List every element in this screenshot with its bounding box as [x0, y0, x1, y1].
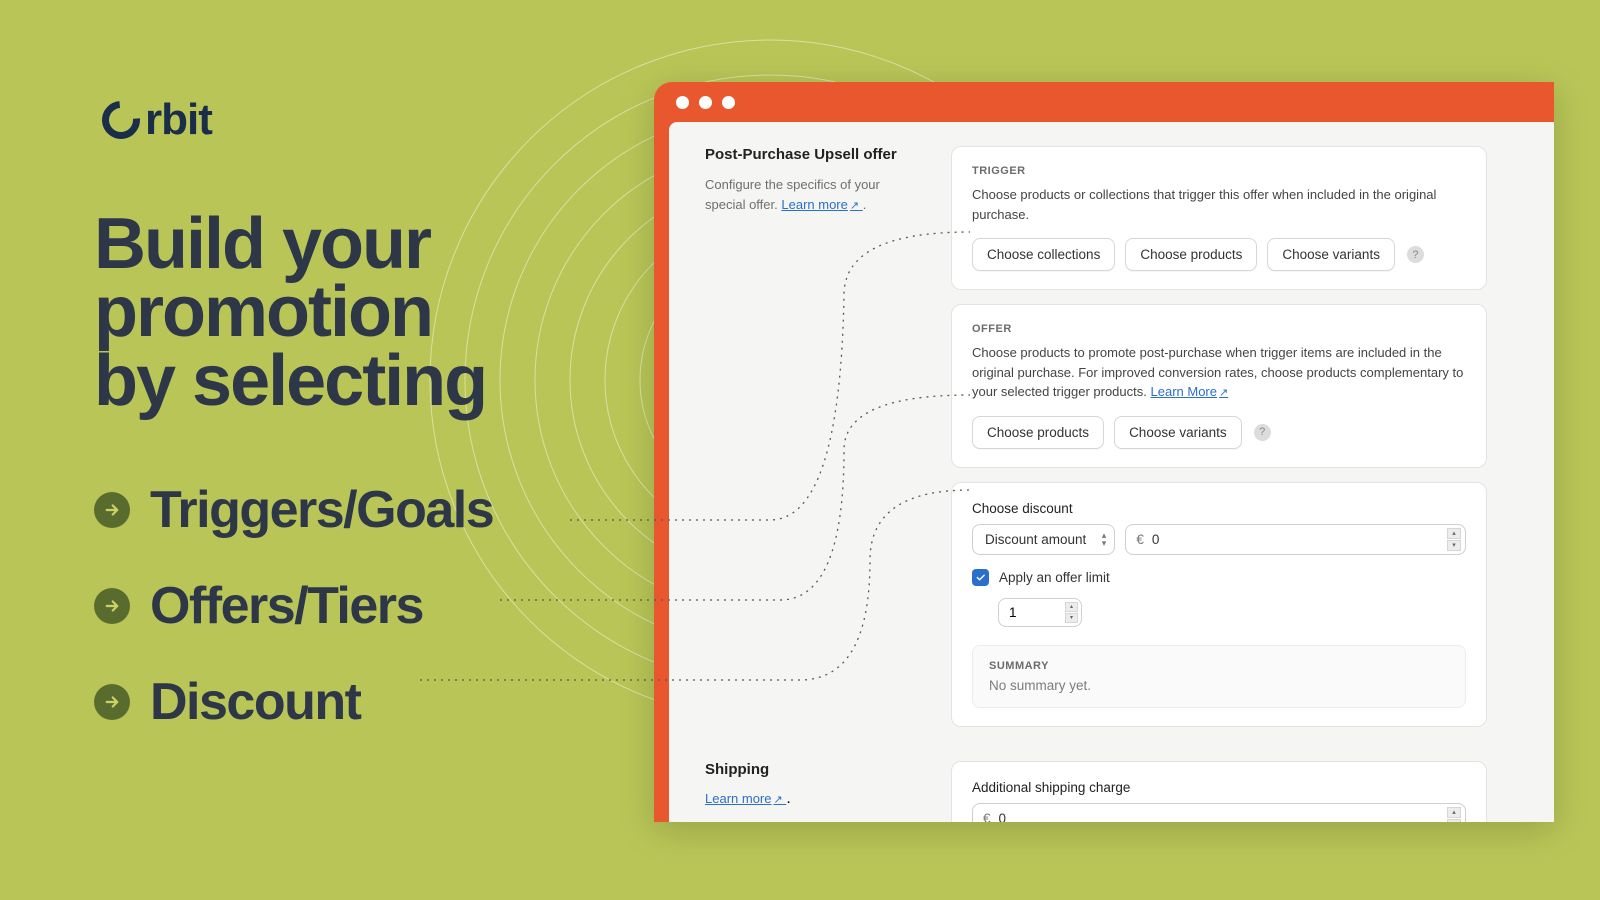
- chevron-updown-icon: ▴▾: [1102, 531, 1107, 547]
- choose-variants-button[interactable]: Choose variants: [1267, 238, 1395, 271]
- shipping-charge-input[interactable]: € 0 ▴▾: [972, 803, 1466, 823]
- offer-card: OFFER Choose products to promote post-pu…: [951, 304, 1487, 468]
- upsell-title: Post-Purchase Upsell offer: [705, 146, 923, 163]
- help-icon[interactable]: ?: [1254, 424, 1271, 441]
- help-icon[interactable]: ?: [1407, 246, 1424, 263]
- offer-limit-input[interactable]: 1 ▴▾: [998, 598, 1082, 627]
- upsell-sidebar: Post-Purchase Upsell offer Configure the…: [705, 146, 923, 741]
- offer-products-button[interactable]: Choose products: [972, 416, 1104, 449]
- trigger-card: TRIGGER Choose products or collections t…: [951, 146, 1487, 290]
- stepper-icon[interactable]: ▴▾: [1447, 807, 1461, 823]
- brand-text: rbit: [145, 95, 212, 145]
- discount-label: Choose discount: [972, 501, 1466, 516]
- choose-products-button[interactable]: Choose products: [1125, 238, 1257, 271]
- summary-text: No summary yet.: [989, 678, 1449, 693]
- offer-variants-button[interactable]: Choose variants: [1114, 416, 1242, 449]
- discount-card: Choose discount Discount amount ▴▾ € 0 ▴…: [951, 482, 1487, 727]
- stepper-icon[interactable]: ▴▾: [1447, 528, 1461, 551]
- shipping-learn-link[interactable]: Learn more↗: [705, 791, 786, 806]
- arrow-icon: [94, 492, 130, 528]
- choose-collections-button[interactable]: Choose collections: [972, 238, 1115, 271]
- offer-limit-label: Apply an offer limit: [999, 570, 1110, 585]
- external-icon: ↗: [1219, 387, 1228, 399]
- offer-desc: Choose products to promote post-purchase…: [972, 343, 1466, 402]
- headline: Build your promotion by selecting: [94, 210, 486, 415]
- summary-label: SUMMARY: [989, 660, 1449, 672]
- shipping-charge-label: Additional shipping charge: [972, 780, 1466, 795]
- brand-logo: rbit: [102, 95, 212, 145]
- bullet-triggers: Triggers/Goals: [94, 480, 493, 540]
- shipping-sidebar: Shipping Learn more↗ .: [705, 761, 923, 823]
- trigger-label: TRIGGER: [972, 165, 1466, 177]
- discount-type-select[interactable]: Discount amount ▴▾: [972, 524, 1115, 555]
- offer-label: OFFER: [972, 323, 1466, 335]
- external-icon: ↗: [850, 200, 859, 212]
- bullet-list: Triggers/Goals Offers/Tiers Discount: [94, 480, 493, 732]
- traffic-close-icon[interactable]: [676, 96, 689, 109]
- offer-limit-checkbox[interactable]: [972, 569, 989, 586]
- arrow-icon: [94, 588, 130, 624]
- upsell-learn-link[interactable]: Learn more↗: [781, 197, 862, 212]
- offer-learn-link[interactable]: Learn More↗: [1151, 384, 1229, 399]
- shipping-card: Additional shipping charge € 0 ▴▾: [951, 761, 1487, 823]
- app-body: Post-Purchase Upsell offer Configure the…: [669, 122, 1554, 822]
- stepper-icon[interactable]: ▴▾: [1065, 602, 1078, 623]
- discount-amount-input[interactable]: € 0 ▴▾: [1125, 524, 1466, 555]
- trigger-desc: Choose products or collections that trig…: [972, 185, 1466, 224]
- bullet-discount: Discount: [94, 672, 493, 732]
- orbit-o-icon: [94, 93, 148, 147]
- summary-box: SUMMARY No summary yet.: [972, 645, 1466, 708]
- external-icon: ↗: [773, 794, 782, 806]
- window-controls: [676, 96, 735, 109]
- traffic-min-icon[interactable]: [699, 96, 712, 109]
- app-window: Post-Purchase Upsell offer Configure the…: [654, 82, 1554, 822]
- arrow-icon: [94, 684, 130, 720]
- traffic-max-icon[interactable]: [722, 96, 735, 109]
- shipping-title: Shipping: [705, 761, 923, 778]
- bullet-offers: Offers/Tiers: [94, 576, 493, 636]
